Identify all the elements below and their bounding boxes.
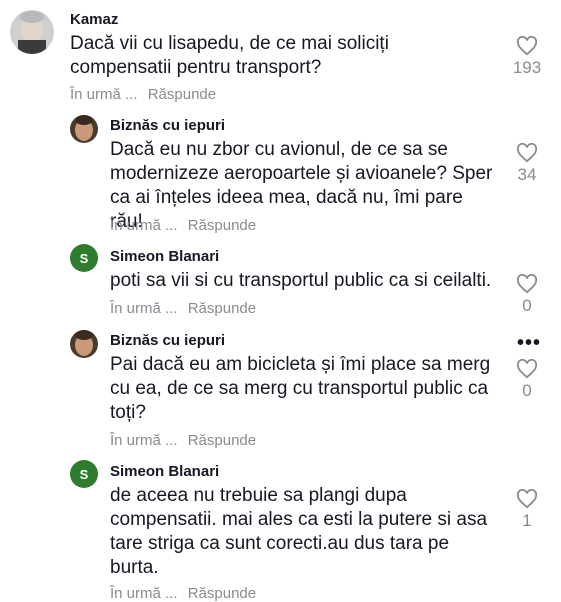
reply-button[interactable]: Răspunde (188, 432, 256, 449)
avatar[interactable] (10, 10, 54, 54)
comment-meta: În urmă ... Răspunde (110, 432, 256, 449)
like-button[interactable]: 1 (507, 489, 547, 531)
comment-meta: În urmă ... Răspunde (110, 217, 256, 234)
more-horizontal-icon[interactable]: ••• (517, 333, 541, 353)
reply-button[interactable]: Răspunde (188, 217, 256, 234)
comment-author[interactable]: Biznăs cu iepuri (110, 117, 225, 134)
reply-button[interactable]: Răspunde (188, 585, 256, 602)
like-count: 1 (522, 511, 532, 530)
comment-time: În urmă ... (110, 217, 178, 234)
comment: Biznăs cu iepuri Pai dacă eu am biciclet… (0, 325, 561, 455)
comment-author[interactable]: Simeon Blanari (110, 248, 219, 265)
comment-meta: În urmă ... Răspunde (110, 300, 256, 317)
heart-outline-icon (516, 359, 538, 379)
avatar[interactable]: S (70, 244, 98, 272)
heart-outline-icon (516, 274, 538, 294)
heart-outline-icon (516, 143, 538, 163)
comment: S Simeon Blanari de aceea nu trebuie sa … (0, 455, 561, 602)
comment-meta: În urmă ... Răspunde (70, 86, 216, 103)
comment-meta: În urmă ... Răspunde (110, 585, 256, 602)
like-count: 0 (522, 381, 532, 400)
comment-time: În urmă ... (70, 86, 138, 103)
like-button[interactable]: 0 (507, 274, 547, 316)
heart-outline-icon (516, 489, 538, 509)
avatar[interactable] (70, 115, 98, 143)
comment-text: Dacă vii cu lisapedu, de ce mai soliciți… (70, 33, 389, 78)
comment: Kamaz Dacă vii cu lisapedu, de ce mai so… (0, 0, 561, 110)
comment-text: poti sa vii si cu transportul public ca … (110, 270, 492, 291)
reply-button[interactable]: Răspunde (148, 86, 216, 103)
avatar[interactable] (70, 330, 98, 358)
like-button[interactable]: 0 (507, 359, 547, 401)
like-button[interactable]: 193 (507, 36, 547, 78)
comment-time: În urmă ... (110, 300, 178, 317)
comment-text: de aceea nu trebuie sa plangi dupa compe… (110, 485, 488, 578)
avatar[interactable]: S (70, 460, 98, 488)
comment-text: Pai dacă eu am bicicleta și îmi place sa… (110, 354, 491, 423)
like-count: 193 (512, 58, 542, 77)
reply-button[interactable]: Răspunde (188, 300, 256, 317)
comment-author[interactable]: Kamaz (70, 11, 118, 28)
like-count: 34 (517, 165, 537, 184)
comment-author[interactable]: Biznăs cu iepuri (110, 332, 225, 349)
like-button[interactable]: 34 (507, 143, 547, 185)
comment-author[interactable]: Simeon Blanari (110, 463, 219, 480)
heart-outline-icon (516, 36, 538, 56)
comment: S Simeon Blanari poti sa vii si cu trans… (0, 240, 561, 325)
comment: Biznăs cu iepuri Dacă eu nu zbor cu avio… (0, 110, 561, 240)
comment-time: În urmă ... (110, 432, 178, 449)
comment-time: În urmă ... (110, 585, 178, 602)
like-count: 0 (522, 296, 532, 315)
